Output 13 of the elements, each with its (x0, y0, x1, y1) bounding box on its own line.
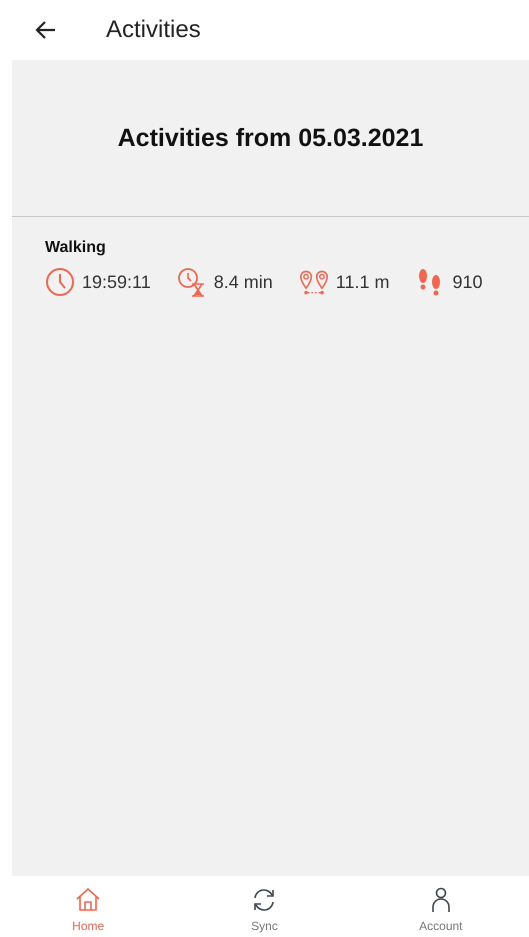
stat-value: 11.1 m (336, 272, 390, 292)
activity-name: Walking (45, 239, 107, 257)
stopwatch-hourglass-icon (176, 267, 207, 297)
stat-value: 8.4 min (214, 272, 273, 292)
app-bar-title: Activities (106, 16, 201, 44)
nav-tab[interactable]: Sync (176, 876, 353, 937)
clock-icon (45, 267, 75, 297)
nav-tab[interactable]: Account (352, 876, 529, 937)
stat-value: 910 (452, 272, 483, 292)
date-heading: Activities from 05.03.2021 (118, 124, 424, 152)
nav-tab[interactable]: Home (0, 876, 176, 937)
stat-value: 19:59:11 (82, 272, 151, 292)
home-icon (75, 886, 102, 912)
